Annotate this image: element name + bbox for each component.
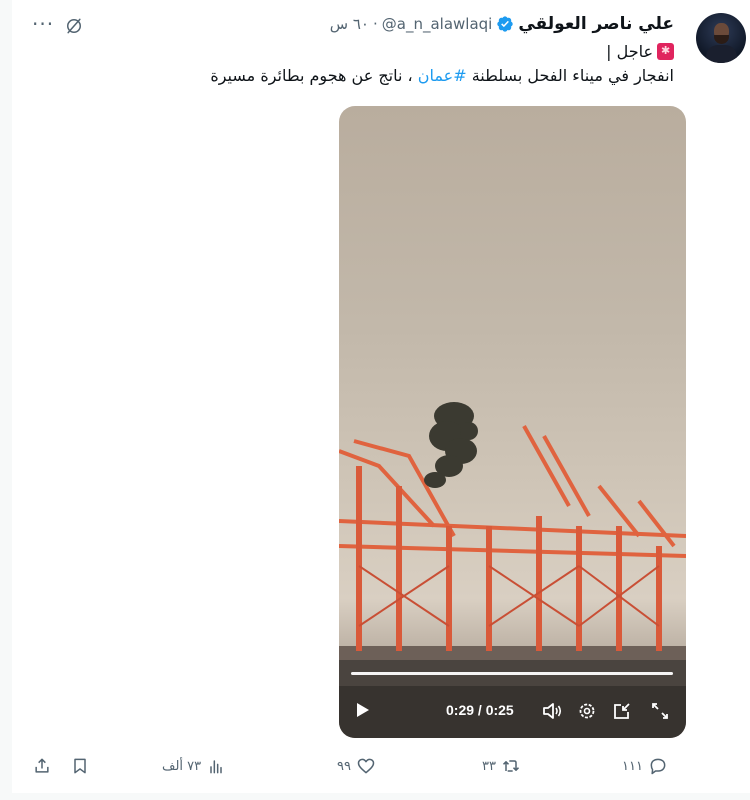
settings-icon[interactable] xyxy=(577,701,597,721)
share-icon xyxy=(35,758,49,773)
more-icon[interactable]: ··· xyxy=(32,12,54,36)
share-button[interactable] xyxy=(32,756,52,776)
tweet-header: علي ناصر العولقي @a_n_alawlaqi · ٦٠ س xyxy=(330,14,674,34)
views-icon xyxy=(210,760,222,774)
hashtag-link[interactable]: #عمان xyxy=(418,66,467,85)
tweet-text-line1: عاجل | xyxy=(606,42,674,61)
separator-dot: · xyxy=(373,15,378,33)
author-handle[interactable]: @a_n_alawlaqi xyxy=(382,15,493,33)
bookmark-button[interactable] xyxy=(70,756,90,776)
reply-button[interactable]: ١١١ xyxy=(622,756,668,776)
retweet-icon xyxy=(502,760,519,772)
video-controls: 0:29 / 0:25 xyxy=(339,698,686,726)
tweet-text-line2: انفجار في ميناء الفحل بسلطنة #عمان ، نات… xyxy=(210,66,674,85)
video-frame xyxy=(339,402,686,738)
text-part-2: ، ناتج عن هجوم بطائرة مسيرة xyxy=(210,66,418,85)
reply-count: ١١١ xyxy=(622,758,643,774)
retweet-button[interactable]: ٣٣ xyxy=(482,756,521,776)
volume-icon[interactable] xyxy=(541,701,563,721)
breaking-label: عاجل | xyxy=(606,42,653,61)
action-bar: ١١١ ٣٣ ٩٩ ٧٣ ألف xyxy=(12,756,750,780)
retweet-count: ٣٣ xyxy=(482,758,496,774)
author-name[interactable]: علي ناصر العولقي xyxy=(518,14,674,34)
tweet-card[interactable]: علي ناصر العولقي @a_n_alawlaqi · ٦٠ س ··… xyxy=(12,0,750,793)
grok-icon[interactable] xyxy=(64,16,84,36)
views-button[interactable]: ٧٣ ألف xyxy=(162,756,226,776)
video-progress-bar[interactable] xyxy=(351,672,673,675)
tweet-time[interactable]: ٦٠ س xyxy=(330,15,369,33)
video-timecode: 0:29 / 0:25 xyxy=(446,702,514,718)
avatar-beard xyxy=(714,35,729,44)
reply-icon xyxy=(650,758,666,775)
like-count: ٩٩ xyxy=(337,758,351,774)
avatar[interactable] xyxy=(696,13,746,63)
video-player[interactable]: 0:29 / 0:25 xyxy=(339,106,686,738)
text-part-1: انفجار في ميناء الفحل بسلطنة xyxy=(466,66,674,85)
like-icon xyxy=(357,758,375,774)
siren-icon xyxy=(657,43,674,60)
verified-icon xyxy=(497,16,514,32)
play-icon[interactable] xyxy=(357,703,369,717)
bookmark-icon xyxy=(74,758,86,774)
views-count: ٧٣ ألف xyxy=(162,758,202,774)
like-button[interactable]: ٩٩ xyxy=(337,756,376,776)
avatar-body xyxy=(706,45,737,63)
fullscreen-icon[interactable] xyxy=(650,701,670,721)
pip-icon[interactable] xyxy=(612,701,632,721)
